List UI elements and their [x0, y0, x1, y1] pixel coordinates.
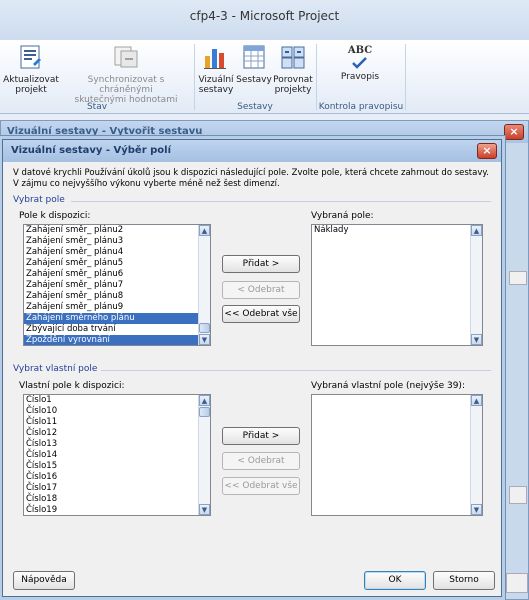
custom-selected-list[interactable]: ▲ ▼: [311, 394, 483, 516]
list-item[interactable]: Zahájení směr_ plánu5: [24, 258, 210, 269]
list-item[interactable]: Zahájení směr_ plánu3: [24, 236, 210, 247]
list-item[interactable]: Číslo17: [24, 483, 210, 494]
list-item[interactable]: Číslo12: [24, 428, 210, 439]
visual-reports-button[interactable]: Vizuální sestavy: [197, 44, 235, 95]
scroll-up-arrow-icon[interactable]: ▲: [471, 225, 482, 236]
reports-button[interactable]: Sestavy: [236, 44, 272, 85]
bg-control-fragment: [509, 271, 527, 285]
section-custom-fields-title: Vybrat vlastní pole: [13, 364, 98, 374]
remove-all-custom-fields-button[interactable]: << Odebrat vše: [222, 477, 300, 495]
update-project-label: Aktualizovat projekt: [3, 75, 59, 95]
section-divider: [101, 370, 491, 371]
list-item[interactable]: Zahájení směr_ plánu6: [24, 269, 210, 280]
checkmark-icon: [352, 57, 367, 69]
bg-button-fragment: [506, 573, 528, 593]
ribbon: Aktualizovat projekt Synchronizovat s ch…: [0, 40, 529, 114]
section-select-fields-title: Vybrat pole: [13, 195, 65, 205]
reports-label: Sestavy: [236, 75, 272, 85]
visual-reports-label: Vizuální sestavy: [198, 75, 234, 95]
section-divider: [71, 201, 491, 202]
available-fields-label: Pole k dispozici:: [19, 211, 91, 221]
scroll-thumb[interactable]: [199, 407, 210, 417]
list-item[interactable]: Číslo19: [24, 505, 210, 515]
remove-custom-field-button[interactable]: < Odebrat: [222, 452, 300, 470]
create-report-title: Vizuální sestavy - Vytvořit sestavu: [7, 126, 203, 137]
scroll-up-arrow-icon[interactable]: ▲: [199, 225, 210, 236]
add-field-button[interactable]: Přidat >: [222, 255, 300, 273]
list-item[interactable]: Číslo16: [24, 472, 210, 483]
group-sestavy-label: Sestavy: [237, 102, 273, 112]
selected-fields-scrollbar[interactable]: ▲ ▼: [470, 225, 482, 345]
custom-available-list[interactable]: Číslo1 Číslo10 Číslo11 Číslo12 Číslo13 Číslo1…: [23, 394, 211, 516]
list-item[interactable]: Číslo13: [24, 439, 210, 450]
list-item[interactable]: Náklady: [312, 225, 482, 236]
list-item[interactable]: Zahájení směr_ plánu7: [24, 280, 210, 291]
scroll-down-arrow-icon[interactable]: ▼: [199, 334, 210, 345]
select-fields-dialog: Vizuální sestavy - Výběr polí × V datové…: [2, 139, 502, 597]
list-item[interactable]: Číslo14: [24, 450, 210, 461]
add-custom-field-button[interactable]: Přidat >: [222, 427, 300, 445]
dialog-intro-text: V datové krychli Používání úkolů jsou k …: [13, 168, 489, 189]
ribbon-separator: [405, 44, 406, 110]
sync-icon: [114, 46, 138, 68]
scroll-up-arrow-icon[interactable]: ▲: [471, 395, 482, 406]
list-item[interactable]: Zahájení směr_ plánu9: [24, 302, 210, 313]
available-fields-list[interactable]: Zahájení směr_ plánu2 Zahájení směr_ plán…: [23, 224, 211, 346]
ok-button[interactable]: OK: [364, 571, 426, 590]
available-fields-items: Zahájení směr_ plánu2 Zahájení směr_ plán…: [24, 225, 210, 345]
selected-fields-label: Vybraná pole:: [311, 211, 374, 221]
remove-field-button[interactable]: < Odebrat: [222, 281, 300, 299]
custom-available-items: Číslo1 Číslo10 Číslo11 Číslo12 Číslo13 Číslo1…: [24, 395, 210, 515]
spelling-label: Pravopis: [340, 72, 380, 82]
spelling-button[interactable]: ABC Pravopis: [330, 44, 390, 83]
list-item[interactable]: Zpoždění vyrovnání: [24, 335, 210, 345]
dialog-close-icon[interactable]: ×: [477, 143, 497, 159]
sync-button[interactable]: Synchronizovat s chráněnými skutečnými h…: [62, 44, 190, 105]
ribbon-separator: [194, 44, 195, 110]
list-item[interactable]: Číslo10: [24, 406, 210, 417]
available-fields-scrollbar[interactable]: ▲ ▼: [198, 225, 210, 345]
remove-all-fields-button[interactable]: << Odebrat vše: [222, 305, 300, 323]
list-item[interactable]: Číslo15: [24, 461, 210, 472]
scroll-up-arrow-icon[interactable]: ▲: [199, 395, 210, 406]
app-titlebar: cfp4-3 - Microsoft Project: [0, 0, 529, 40]
scroll-thumb[interactable]: [199, 323, 210, 333]
custom-available-scrollbar[interactable]: ▲ ▼: [198, 395, 210, 515]
dialog-titlebar: Vizuální sestavy - Výběr polí ×: [3, 140, 501, 162]
update-project-icon: [20, 45, 41, 69]
scroll-down-arrow-icon[interactable]: ▼: [471, 504, 482, 515]
scroll-down-arrow-icon[interactable]: ▼: [199, 504, 210, 515]
spelling-icon: ABC: [346, 44, 374, 70]
ribbon-separator: [316, 44, 317, 110]
group-stav-label: Stav: [86, 102, 108, 112]
update-project-button[interactable]: Aktualizovat projekt: [2, 44, 60, 95]
report-table-icon: [243, 45, 265, 69]
bg-control-fragment: [509, 486, 527, 504]
list-item[interactable]: Zahájení směr_ plánu8: [24, 291, 210, 302]
scroll-down-arrow-icon[interactable]: ▼: [471, 334, 482, 345]
list-item[interactable]: Zahájení směr_ plánu2: [24, 225, 210, 236]
list-item[interactable]: Číslo11: [24, 417, 210, 428]
dialog-title: Vizuální sestavy - Výběr polí: [11, 145, 171, 156]
list-item[interactable]: Zbývající doba trvání: [24, 324, 210, 335]
sync-label-line1: Synchronizovat s chráněnými: [87, 75, 165, 95]
compare-projects-label: Porovnat projekty: [273, 75, 313, 95]
list-item[interactable]: Číslo18: [24, 494, 210, 505]
cancel-button[interactable]: Storno: [433, 571, 495, 590]
group-kontrola-label: Kontrola pravopisu: [318, 102, 404, 112]
list-item[interactable]: Zahájení směrného plánu: [24, 313, 210, 324]
custom-selected-scrollbar[interactable]: ▲ ▼: [470, 395, 482, 515]
help-button[interactable]: Nápověda: [13, 571, 75, 590]
compare-icon: [281, 46, 305, 69]
list-item[interactable]: Zahájení směr_ plánu4: [24, 247, 210, 258]
list-item[interactable]: Číslo1: [24, 395, 210, 406]
custom-available-label: Vlastní pole k dispozici:: [19, 381, 125, 391]
compare-projects-button[interactable]: Porovnat projekty: [272, 44, 314, 95]
create-report-close-icon[interactable]: ×: [504, 124, 524, 140]
app-title: cfp4-3 - Microsoft Project: [189, 9, 340, 23]
selected-fields-list[interactable]: Náklady ▲ ▼: [311, 224, 483, 346]
bar-chart-icon: [204, 49, 226, 69]
selected-fields-items: Náklady: [312, 225, 482, 236]
custom-selected-label: Vybraná vlastní pole (nejvýše 39):: [311, 381, 465, 391]
